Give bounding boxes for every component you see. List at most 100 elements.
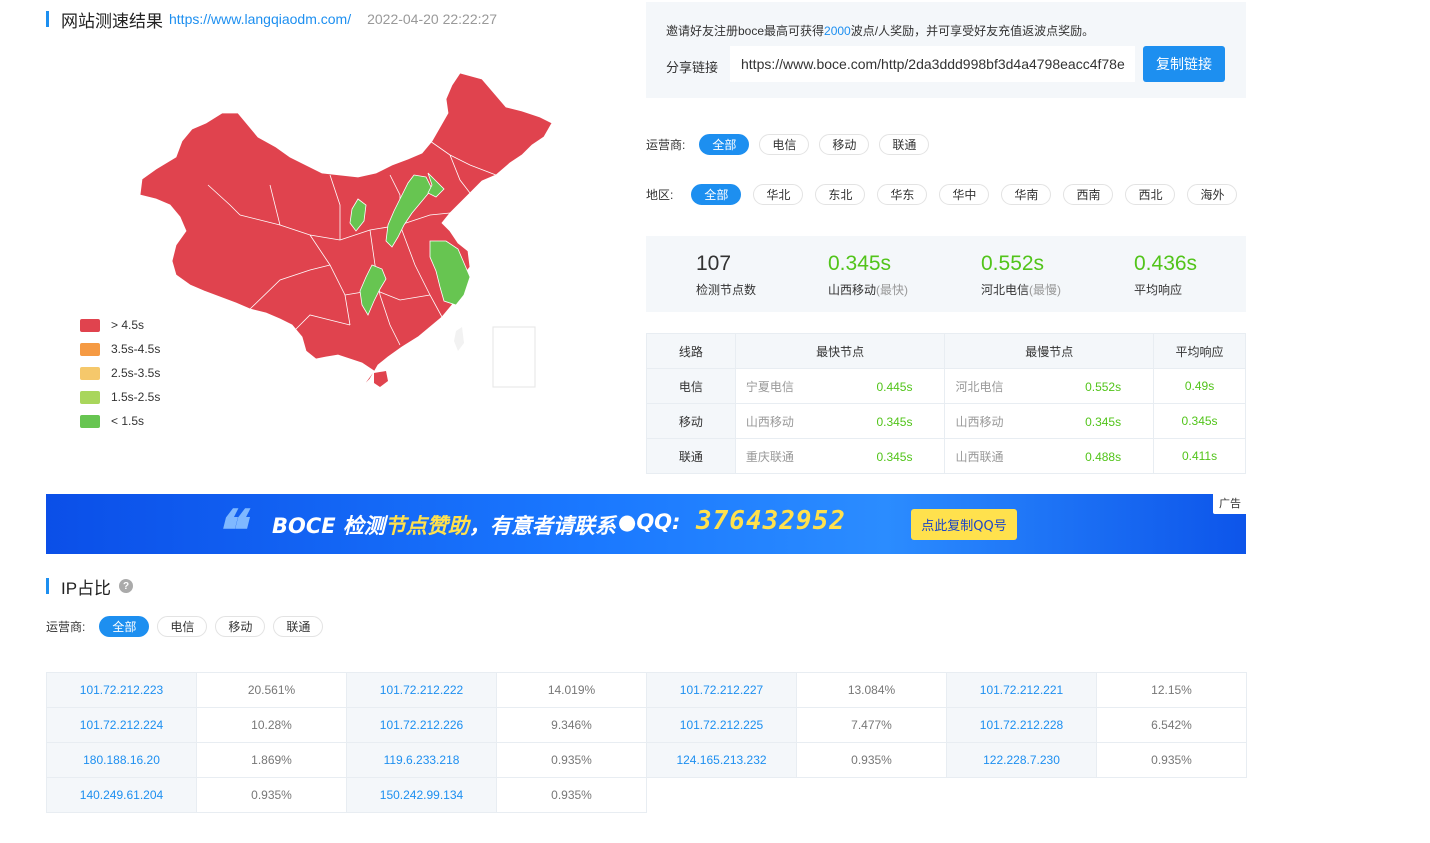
test-timestamp: 2022-04-20 22:22:27 (367, 11, 498, 27)
share-link-input[interactable] (730, 46, 1135, 82)
ip-section-title: IP占比 (61, 578, 112, 598)
column-header-fastest: 最快节点 (734, 333, 946, 369)
stat-slowest-value: 0.552s (981, 252, 1045, 275)
title-accent-bar (46, 578, 49, 594)
region-option-southwest[interactable]: 西南 (1063, 184, 1114, 205)
slowest-node-cell: 山西联通 0.488s (944, 438, 1155, 474)
invite-reward-amount: 2000 (824, 24, 851, 38)
banner-text-highlight: 节点赞助 (384, 514, 469, 538)
region-filter: 地区: 全部 华北 东北 华东 华中 华南 西南 西北 海外 (646, 184, 1247, 205)
fastest-node-time: 0.445s (876, 380, 913, 394)
legend-swatch (80, 318, 100, 332)
legend-swatch (80, 342, 100, 356)
stat-slowest-suffix: (最慢) (1029, 283, 1062, 297)
ip-address: 101.72.212.222 (346, 672, 497, 708)
fastest-node-name: 重庆联通 (745, 449, 794, 464)
region-option-all[interactable]: 全部 (691, 184, 742, 205)
operator-option-all[interactable]: 全部 (699, 134, 750, 155)
region-option-overseas[interactable]: 海外 (1187, 184, 1238, 205)
table-row: 101.72.212.223 20.561% 101.72.212.222 14… (46, 672, 1247, 708)
empty-cell (946, 777, 1097, 813)
map-legend: > 4.5s 3.5s-4.5s 2.5s-3.5s 1.5s-2.5s < 1… (80, 313, 160, 433)
quote-mark-icon: ❝ (214, 498, 245, 554)
table-row: 联通 重庆联通 0.345s 山西联通 0.488s 0.411s (646, 438, 1246, 474)
stat-node-count: 107 检测节点数 (696, 252, 756, 298)
fastest-node-cell: 重庆联通 0.345s (734, 438, 946, 474)
route-table-header: 线路 最快节点 最慢节点 平均响应 (646, 333, 1246, 369)
operator-option-telecom[interactable]: 电信 (759, 134, 810, 155)
region-option-south[interactable]: 华南 (1001, 184, 1052, 205)
route-line-name: 联通 (646, 438, 736, 474)
ip-percentage: 20.561% (196, 672, 347, 708)
fastest-node-time: 0.345s (876, 450, 913, 464)
ip-operator-option-mobile[interactable]: 移动 (215, 616, 266, 637)
legend-swatch (80, 366, 100, 380)
operator-option-unicom[interactable]: 联通 (879, 134, 930, 155)
legend-item: 1.5s-2.5s (80, 385, 160, 409)
column-header-slowest: 最慢节点 (944, 333, 1155, 369)
ip-percentage: 10.28% (196, 707, 347, 743)
map-region-hainan[interactable] (374, 371, 388, 387)
copy-link-button[interactable]: 复制链接 (1143, 46, 1225, 82)
invite-text-after: 波点/人奖励，并可享受好友充值返波点奖励。 (850, 24, 1095, 38)
stat-average-label: 平均响应 (1134, 283, 1183, 297)
china-map-svg[interactable] (130, 65, 560, 395)
fastest-node-cell: 宁夏电信 0.445s (734, 368, 946, 404)
ip-percentage: 0.935% (1096, 742, 1247, 778)
empty-cell (796, 777, 947, 813)
route-line-name: 移动 (646, 403, 736, 439)
legend-swatch (80, 390, 100, 404)
ip-operator-option-all[interactable]: 全部 (99, 616, 150, 637)
slowest-node-name: 山西移动 (955, 414, 1004, 429)
region-option-central[interactable]: 华中 (939, 184, 990, 205)
table-row: 101.72.212.224 10.28% 101.72.212.226 9.3… (46, 707, 1247, 743)
region-option-northeast[interactable]: 东北 (815, 184, 866, 205)
fastest-node-name: 宁夏电信 (745, 379, 794, 394)
tested-url-link[interactable]: https://www.langqiaodm.com/ (169, 11, 351, 27)
legend-label: > 4.5s (111, 318, 145, 332)
ip-address: 119.6.233.218 (346, 742, 497, 778)
stat-node-count-value: 107 (696, 252, 732, 275)
average-response-cell: 0.345s (1153, 403, 1246, 439)
region-filter-label: 地区: (646, 188, 674, 202)
slowest-node-cell: 河北电信 0.552s (944, 368, 1155, 404)
stat-node-count-label: 检测节点数 (696, 283, 757, 297)
region-option-north[interactable]: 华北 (753, 184, 804, 205)
legend-label: < 1.5s (111, 414, 145, 428)
region-option-northwest[interactable]: 西北 (1125, 184, 1176, 205)
slowest-node-time: 0.345s (1085, 415, 1122, 429)
ip-percentage: 0.935% (496, 742, 647, 778)
legend-label: 2.5s-3.5s (111, 366, 161, 380)
ip-percentage: 6.542% (1096, 707, 1247, 743)
legend-swatch (80, 414, 100, 428)
ip-address: 101.72.212.228 (946, 707, 1097, 743)
ip-section-header: IP占比 ? (46, 576, 134, 598)
stat-slowest-label: 河北电信(最慢) (981, 281, 1061, 298)
map-region-taiwan[interactable] (454, 327, 464, 351)
legend-item: < 1.5s (80, 409, 160, 433)
qq-label-text: QQ: (636, 510, 681, 534)
ip-address: 180.188.16.20 (46, 742, 197, 778)
ip-percentage: 0.935% (496, 777, 647, 813)
ip-address: 101.72.212.226 (346, 707, 497, 743)
page-title: 网站测速结果 (61, 11, 163, 31)
operator-option-mobile[interactable]: 移动 (819, 134, 870, 155)
stat-fastest-value: 0.345s (828, 252, 892, 275)
sponsor-ad-banner[interactable]: ❝ BOCE 检测节点赞助，有意者请联系 ●QQ: 376432952 点此复制… (46, 494, 1246, 554)
ip-percentage: 13.084% (796, 672, 947, 708)
column-header-line: 线路 (646, 333, 736, 369)
stat-slowest: 0.552s 河北电信(最慢) (981, 252, 1061, 298)
china-speed-map[interactable] (130, 65, 560, 395)
ip-percentage: 12.15% (1096, 672, 1247, 708)
map-region-main[interactable] (139, 72, 553, 388)
ad-tag: 广告 (1213, 494, 1246, 514)
help-icon[interactable]: ? (119, 579, 134, 593)
region-option-east[interactable]: 华东 (877, 184, 928, 205)
table-row: 140.249.61.204 0.935% 150.242.99.134 0.9… (46, 777, 1247, 813)
invite-message: 邀请好友注册boce最高可获得2000波点/人奖励，并可享受好友充值返波点奖励。 (666, 22, 1094, 39)
ip-operator-option-telecom[interactable]: 电信 (157, 616, 208, 637)
ip-operator-option-unicom[interactable]: 联通 (273, 616, 324, 637)
ip-percentage: 1.869% (196, 742, 347, 778)
copy-qq-button[interactable]: 点此复制QQ号 (911, 509, 1017, 540)
south-sea-inset (492, 326, 536, 388)
